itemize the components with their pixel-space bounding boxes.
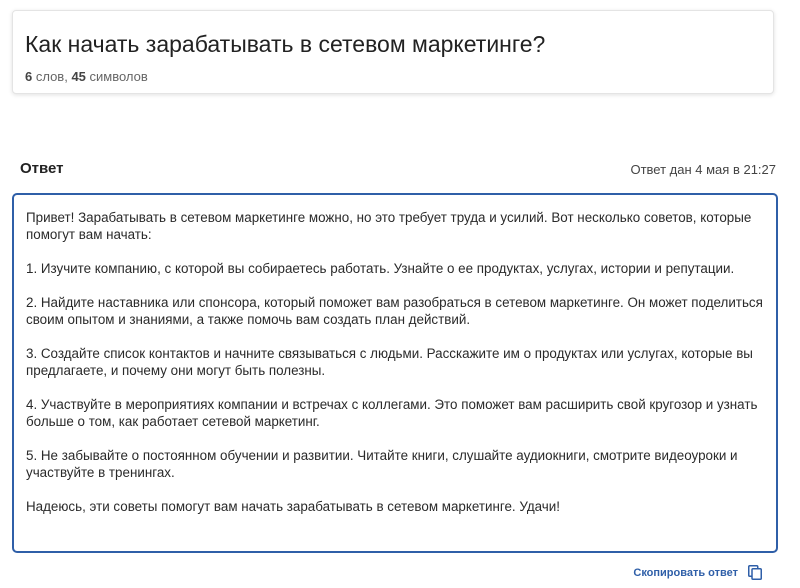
answer-label: Ответ	[20, 160, 64, 177]
char-count: 45	[71, 69, 86, 84]
answer-paragraph: 4. Участвуйте в мероприятиях компании и …	[26, 397, 758, 429]
copy-icon[interactable]	[748, 565, 762, 580]
answer-timestamp: Ответ дан 4 мая в 21:27	[630, 162, 776, 177]
answer-paragraph: 3. Создайте список контактов и начните с…	[26, 346, 753, 378]
question-title: Как начать зарабатывать в сетевом маркет…	[25, 31, 546, 57]
answer-paragraph: Привет! Зарабатывать в сетевом маркетинг…	[26, 210, 752, 242]
answer-text-box[interactable]: Привет! Зарабатывать в сетевом маркетинг…	[12, 193, 778, 553]
word-unit: слов,	[32, 69, 72, 84]
copy-answer-row[interactable]: Скопировать ответ	[633, 565, 762, 580]
answer-paragraph: 2. Найдите наставника или спонсора, кото…	[26, 295, 763, 327]
copy-answer-button[interactable]: Скопировать ответ	[633, 567, 738, 579]
char-unit: символов	[85, 69, 148, 84]
answer-paragraph: Надеюсь, эти советы помогут вам начать з…	[26, 499, 560, 514]
answer-paragraph: 1. Изучите компанию, с которой вы собира…	[26, 261, 735, 276]
question-card: Как начать зарабатывать в сетевом маркет…	[12, 10, 774, 94]
answer-paragraph: 5. Не забывайте о постоянном обучении и …	[26, 448, 738, 480]
question-stats: 6 слов, 45 символов	[25, 69, 148, 84]
